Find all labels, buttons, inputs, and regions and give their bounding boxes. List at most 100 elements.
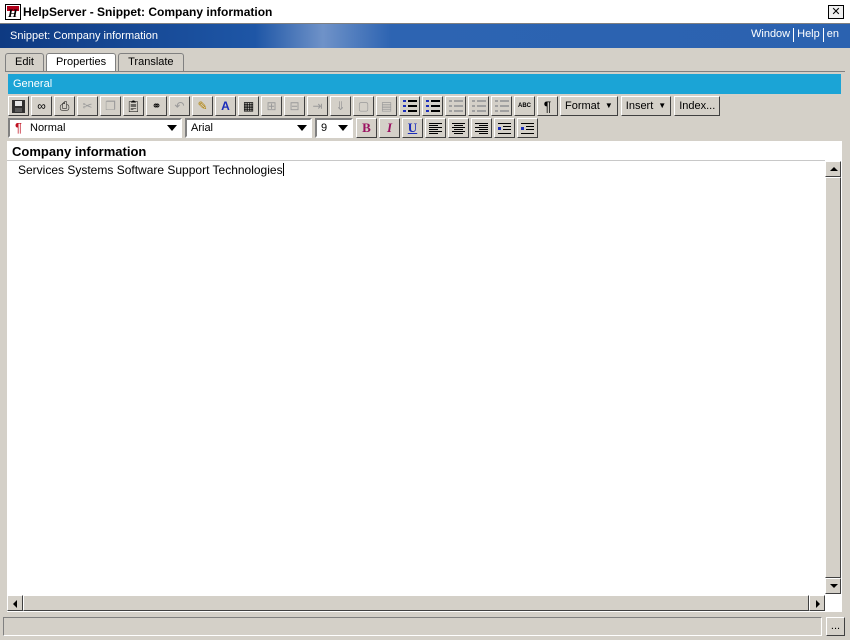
bold-icon: B	[362, 120, 371, 135]
editor-content[interactable]: Services Systems Software Support Techno…	[18, 163, 284, 177]
merge-cells-button[interactable]: ▢	[353, 96, 374, 116]
tab-translate[interactable]: Translate	[118, 53, 184, 71]
indent-button[interactable]	[517, 118, 538, 138]
text-cursor	[282, 163, 284, 176]
horizontal-scroll-thumb[interactable]	[23, 595, 809, 611]
find-button[interactable]: ⚭	[146, 96, 167, 116]
scroll-down-button[interactable]	[825, 578, 841, 594]
list-style-button[interactable]	[445, 96, 466, 116]
delete-column-button[interactable]: ⇓	[330, 96, 351, 116]
italic-button[interactable]: I	[379, 118, 400, 138]
status-field	[3, 617, 822, 636]
spell-check-icon: ABC	[518, 103, 531, 109]
split-cells-icon: ▤	[380, 99, 393, 113]
format-menu-button[interactable]: Format ▼	[560, 96, 618, 116]
section-header-general: General	[8, 74, 841, 94]
tab-divider	[5, 71, 845, 72]
save-button[interactable]	[8, 96, 29, 116]
print-button[interactable]: ⎙	[54, 96, 75, 116]
save-icon	[12, 99, 25, 113]
italic-icon: I	[386, 120, 393, 135]
paragraph-style-select[interactable]: ¶ Normal	[8, 118, 182, 138]
arrow-left-icon	[13, 600, 17, 608]
binoculars-icon: ⚭	[151, 99, 162, 113]
font-color-button[interactable]: A	[215, 96, 236, 116]
split-cells-button[interactable]: ▤	[376, 96, 397, 116]
editor-toolbar-row-1: ∞ ⎙ ✂ ❐ 📋︎ ⚭ ↶ ✎ A ▦ ⊞ ⊟ ⇥ ⇓ ▢ ▤ ABC ¶ F…	[8, 95, 723, 117]
copy-button[interactable]: ❐	[100, 96, 121, 116]
undo-icon: ↶	[174, 99, 185, 113]
index-button[interactable]: Index...	[674, 96, 721, 116]
vertical-scrollbar[interactable]	[825, 161, 841, 594]
arrow-up-icon	[830, 167, 838, 171]
bulleted-list-icon	[425, 100, 440, 112]
merge-cells-icon: ▢	[357, 99, 370, 113]
scroll-up-button[interactable]	[825, 161, 841, 177]
app-icon-glyph: H	[8, 6, 18, 20]
outdent-icon	[498, 122, 511, 134]
cut-button[interactable]: ✂	[77, 96, 98, 116]
insert-column-button[interactable]: ⊟	[284, 96, 305, 116]
scissors-icon: ✂	[82, 99, 93, 113]
preview-button[interactable]: ∞	[31, 96, 52, 116]
snippet-title: Snippet: Company information	[10, 30, 158, 42]
paragraph-style-value: Normal	[30, 122, 66, 134]
align-right-button[interactable]	[471, 118, 492, 138]
font-size-select[interactable]: 9	[315, 118, 353, 138]
align-left-button[interactable]	[425, 118, 446, 138]
insert-row-button[interactable]: ⊞	[261, 96, 282, 116]
text-color-icon: A	[221, 99, 230, 113]
close-button[interactable]: ✕	[828, 5, 844, 19]
align-center-button[interactable]	[448, 118, 469, 138]
paragraph-style-icon: ¶	[15, 120, 22, 135]
show-formatting-button[interactable]: ¶	[537, 96, 558, 116]
numbered-list-button[interactable]	[399, 96, 420, 116]
horizontal-scrollbar[interactable]	[7, 595, 825, 611]
nested-list-button[interactable]	[468, 96, 489, 116]
tab-properties[interactable]: Properties	[45, 53, 117, 72]
editor-toolbar-row-2: ¶ Normal Arial 9 B I U	[8, 117, 540, 139]
scroll-right-button[interactable]	[809, 595, 825, 611]
list-properties-button[interactable]	[491, 96, 512, 116]
underline-icon: U	[407, 120, 418, 135]
spell-check-button[interactable]: ABC	[514, 96, 535, 116]
insert-menu-button[interactable]: Insert ▼	[620, 96, 672, 116]
insert-column-icon: ⊟	[289, 99, 300, 113]
heading-divider	[7, 160, 825, 161]
insert-menu-label: Insert	[625, 99, 654, 112]
more-options-button[interactable]: ...	[826, 617, 845, 636]
help-menu-link[interactable]: Help	[794, 28, 823, 42]
window-menu-link[interactable]: Window	[748, 28, 793, 42]
chevron-down-icon	[167, 125, 177, 131]
arrow-down-icon	[830, 584, 838, 588]
chevron-down-icon	[297, 125, 307, 131]
align-center-icon	[452, 122, 465, 134]
status-bar: ...	[0, 615, 850, 640]
indent-icon	[521, 122, 534, 134]
insert-table-button[interactable]: ▦	[238, 96, 259, 116]
language-link[interactable]: en	[824, 28, 842, 42]
undo-button[interactable]: ↶	[169, 96, 190, 116]
highlighter-icon: ✎	[197, 99, 208, 113]
paste-button[interactable]: 📋︎	[123, 96, 144, 116]
window-titlebar: H HelpServer - Snippet: Company informat…	[0, 0, 850, 24]
bold-button[interactable]: B	[356, 118, 377, 138]
underline-button[interactable]: U	[402, 118, 423, 138]
window-title: HelpServer - Snippet: Company informatio…	[23, 5, 273, 19]
pilcrow-icon: ¶	[543, 98, 552, 114]
close-icon: ✕	[831, 5, 841, 18]
tab-edit[interactable]: Edit	[5, 53, 44, 71]
font-family-select[interactable]: Arial	[185, 118, 312, 138]
snippet-heading: Company information	[12, 144, 147, 159]
vertical-scroll-thumb[interactable]	[825, 177, 841, 578]
list-style-icon	[448, 100, 463, 112]
header-bar: Snippet: Company information Window Help…	[0, 24, 850, 48]
index-button-label: Index...	[679, 99, 716, 112]
dropdown-arrow-icon: ▼	[604, 101, 613, 110]
editor-area[interactable]: Company information Services Systems Sof…	[7, 141, 842, 612]
delete-row-button[interactable]: ⇥	[307, 96, 328, 116]
scroll-left-button[interactable]	[7, 595, 23, 611]
bulleted-list-button[interactable]	[422, 96, 443, 116]
outdent-button[interactable]	[494, 118, 515, 138]
highlight-button[interactable]: ✎	[192, 96, 213, 116]
